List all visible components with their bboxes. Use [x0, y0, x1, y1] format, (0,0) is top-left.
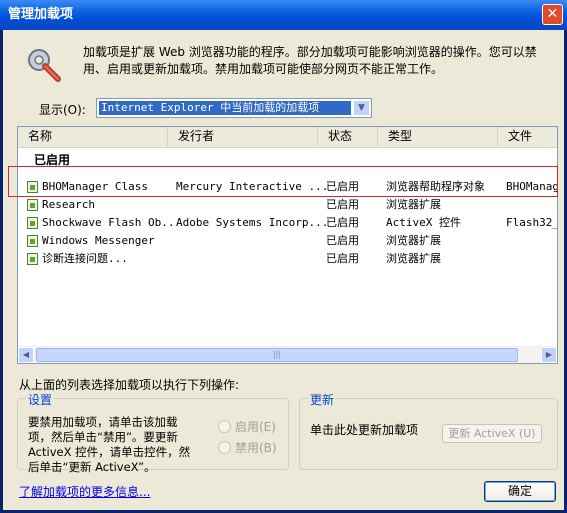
settings-group: 设置 要禁用加载项，请单击该加载项，然后单击“禁用”。要更新 ActiveX 控… [17, 391, 289, 474]
close-button[interactable]: ✕ [542, 4, 563, 25]
more-info-link[interactable]: 了解加载项的更多信息... [19, 483, 150, 500]
column-header-publisher[interactable]: 发行者 [168, 127, 318, 146]
addon-icon [27, 235, 38, 247]
manage-addons-window: 管理加载项 ✕ 加载项是扩展 Web 浏览器功能的程序。部分加载项可能影响浏览器… [0, 0, 567, 513]
row-status: 已启用 [326, 252, 359, 265]
disable-radio[interactable]: 禁用(B) [218, 439, 288, 456]
scroll-left-icon[interactable]: ◀ [18, 347, 34, 363]
row-status: 已启用 [326, 198, 359, 211]
row-status: 已启用 [326, 216, 359, 229]
ok-button[interactable]: 确定 [484, 481, 556, 502]
horizontal-scrollbar[interactable]: ◀ ||| ▶ [18, 346, 557, 363]
show-label: 显示(O): [39, 103, 86, 117]
table-row[interactable]: Shockwave Flash Ob... Adobe Systems Inco… [18, 214, 558, 232]
column-header-type[interactable]: 类型 [378, 127, 498, 146]
table-row[interactable]: Research 已启用 浏览器扩展 [18, 196, 557, 214]
addons-list[interactable]: 名称 发行者 状态 类型 文件 已启用 BHOManager Class Mer… [17, 126, 558, 364]
highlight-box [8, 166, 558, 197]
scroll-right-icon[interactable]: ▶ [541, 347, 557, 363]
addon-icon [27, 199, 38, 211]
update-text: 单击此处更新加载项 [310, 423, 419, 437]
settings-title: 设置 [26, 391, 55, 408]
title-bar: 管理加载项 ✕ [0, 0, 567, 30]
row-name: Shockwave Flash Ob... [42, 216, 172, 229]
settings-text: 要禁用加载项，请单击该加载项，然后单击“禁用”。要更新 ActiveX 控件，请… [28, 415, 191, 474]
column-header-file[interactable]: 文件 [498, 127, 557, 146]
row-type: 浏览器扩展 [386, 234, 441, 247]
chevron-down-icon[interactable]: ▼ [353, 100, 370, 116]
enable-label: 启用(E) [235, 420, 276, 434]
row-status: 已启用 [326, 234, 359, 247]
window-title: 管理加载项 [8, 7, 74, 22]
list-header: 名称 发行者 状态 类型 文件 [18, 127, 557, 148]
wrench-gear-icon [28, 49, 61, 82]
row-type: 浏览器扩展 [386, 198, 441, 211]
show-dropdown[interactable]: Internet Explorer 中当前加载的加载项 ▼ [96, 98, 372, 118]
row-file: Flash32_ [506, 216, 558, 229]
show-dropdown-value: Internet Explorer 中当前加载的加载项 [99, 101, 351, 115]
row-publisher: Adobe Systems Incorp... [176, 216, 326, 229]
update-activex-button[interactable]: 更新 ActiveX (U) [442, 424, 542, 443]
row-name: Windows Messenger [42, 234, 155, 247]
scrollbar-thumb[interactable]: ||| [36, 348, 518, 362]
addon-icon [27, 253, 38, 265]
update-group: 更新 单击此处更新加载项 更新 ActiveX (U) [299, 391, 558, 470]
update-title: 更新 [308, 391, 337, 408]
table-row[interactable]: 诊断连接问题... 已启用 浏览器扩展 [18, 250, 557, 268]
row-type: ActiveX 控件 [386, 216, 461, 229]
enable-radio[interactable]: 启用(E) [218, 418, 288, 435]
column-header-name[interactable]: 名称 [18, 127, 168, 146]
column-header-status[interactable]: 状态 [318, 127, 378, 146]
addon-icon [27, 217, 38, 229]
table-row[interactable]: Windows Messenger 已启用 浏览器扩展 [18, 232, 557, 250]
disable-label: 禁用(B) [235, 441, 277, 455]
row-name: 诊断连接问题... [42, 252, 128, 265]
row-name: Research [42, 198, 95, 211]
row-type: 浏览器扩展 [386, 252, 441, 265]
intro-text: 加载项是扩展 Web 浏览器功能的程序。部分加载项可能影响浏览器的操作。您可以禁… [83, 45, 537, 76]
